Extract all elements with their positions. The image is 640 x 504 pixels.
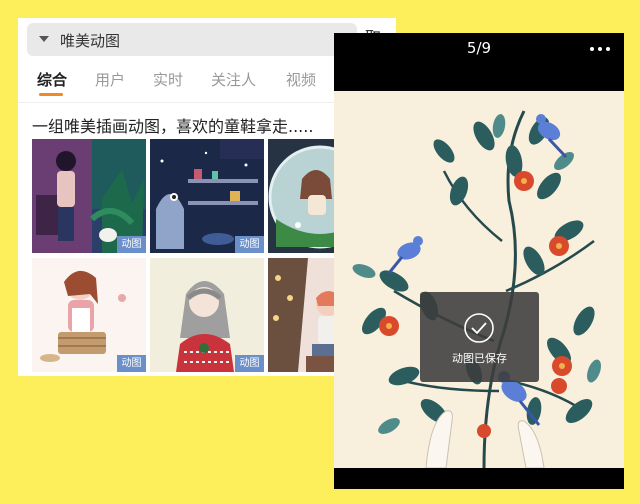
tab-following[interactable]: 关注人 bbox=[211, 69, 256, 90]
dropdown-arrow-icon[interactable] bbox=[39, 36, 49, 42]
result-title[interactable]: 一组唯美插画动图，喜欢的童鞋拿走..... bbox=[32, 113, 313, 137]
illustration-image[interactable]: 动图已保存 bbox=[334, 91, 624, 468]
thumbnail-1[interactable]: 动图 bbox=[32, 139, 146, 253]
toast-message: 动图已保存 bbox=[452, 352, 507, 365]
checkmark-icon bbox=[464, 313, 494, 343]
search-bar[interactable]: 唯美动图 ✕ bbox=[27, 23, 357, 56]
tab-comprehensive[interactable]: 综合 bbox=[37, 69, 67, 90]
thumbnail-5[interactable]: 动图 bbox=[150, 258, 264, 372]
thumbnail-4[interactable]: 动图 bbox=[32, 258, 146, 372]
saved-toast: 动图已保存 bbox=[420, 292, 539, 382]
image-viewer: 5/9 动图已保存 bbox=[334, 33, 624, 489]
tab-video[interactable]: 视频 bbox=[286, 69, 316, 90]
gif-badge: 动图 bbox=[235, 355, 264, 372]
more-options-icon[interactable] bbox=[590, 47, 610, 51]
gif-badge: 动图 bbox=[117, 355, 146, 372]
active-tab-indicator bbox=[39, 93, 63, 96]
thumbnail-2[interactable]: 动图 bbox=[150, 139, 264, 253]
tab-realtime[interactable]: 实时 bbox=[153, 69, 183, 90]
gif-badge: 动图 bbox=[117, 236, 146, 253]
gif-badge: 动图 bbox=[235, 236, 264, 253]
tab-users[interactable]: 用户 bbox=[95, 69, 125, 90]
search-input[interactable]: 唯美动图 bbox=[60, 30, 120, 51]
page-counter: 5/9 bbox=[466, 39, 492, 57]
